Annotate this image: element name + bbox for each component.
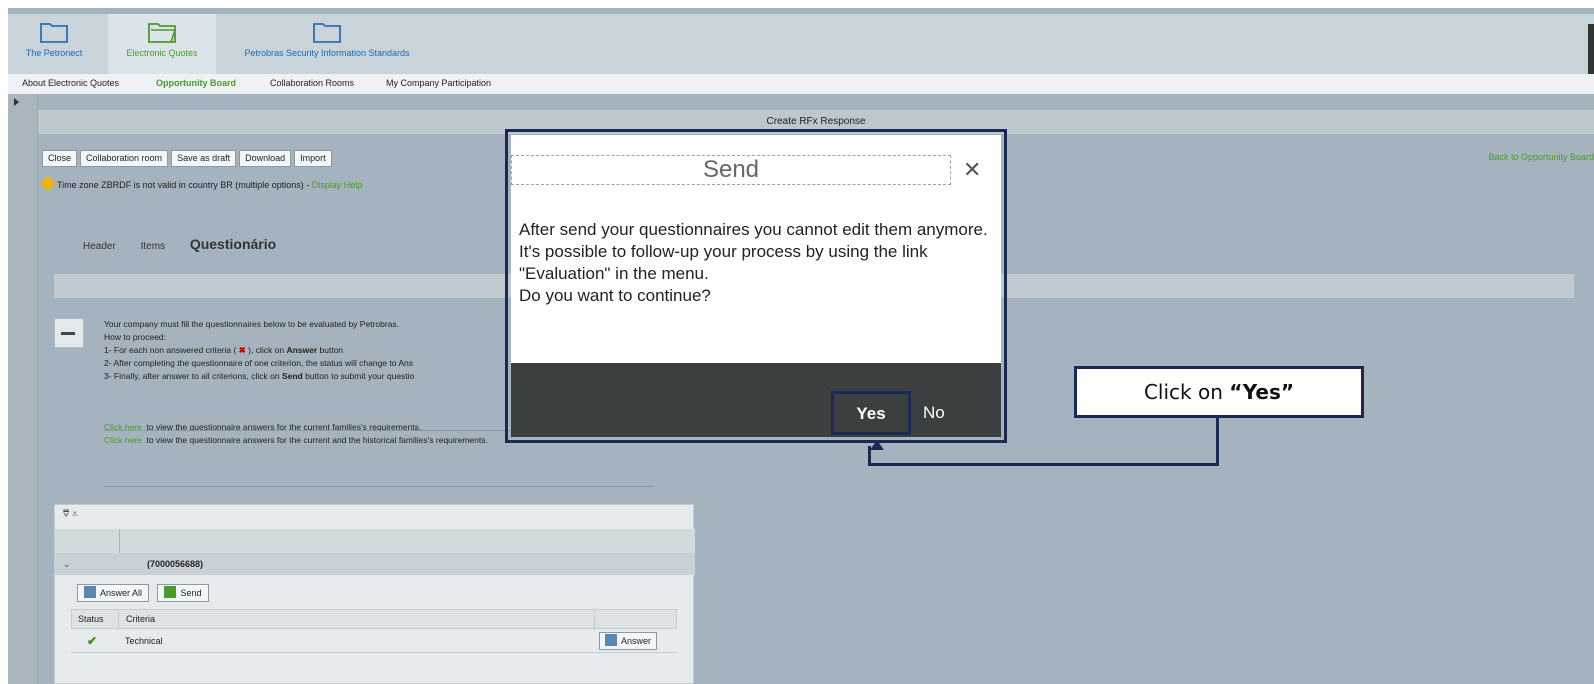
edit-icon — [605, 634, 617, 646]
dialog-text: After send your questionnaires you canno… — [519, 220, 988, 239]
subnav-collaboration-rooms[interactable]: Collaboration Rooms — [270, 78, 354, 88]
subnav-about-electronic-quotes[interactable]: About Electronic Quotes — [22, 78, 119, 88]
window-edge-control — [1588, 24, 1594, 74]
folder-icon — [39, 20, 69, 44]
send-icon — [164, 586, 177, 598]
tab-questionario[interactable]: Questionário — [190, 236, 276, 252]
close-button[interactable]: Close — [42, 150, 78, 167]
questionnaire-grid: ⩢ ⩡ ⌄ (7000056688) Answer All Send Statu… — [54, 504, 695, 684]
left-panel-toggle[interactable] — [8, 94, 38, 684]
instruction-text: button to submit your questio — [305, 371, 415, 381]
instruction-line: How to proceed: — [104, 332, 166, 342]
display-help-link[interactable]: Display Help — [312, 180, 363, 190]
open-folder-icon — [147, 20, 177, 44]
instruction-text: button — [319, 345, 344, 355]
subnav-opportunity-board[interactable]: Opportunity Board — [156, 78, 236, 88]
save-as-draft-button[interactable]: Save as draft — [171, 150, 237, 167]
edit-icon — [84, 586, 96, 598]
nav-tab-label: Electronic Quotes — [126, 48, 198, 58]
send-button[interactable]: Send — [157, 584, 209, 602]
click-here-link[interactable]: Click here — [104, 435, 142, 445]
dialog-message: After send your questionnaires you canno… — [519, 219, 995, 307]
expand-arrow-icon[interactable] — [14, 98, 19, 106]
instruction-text: ), click on — [248, 345, 285, 355]
nav-tab-electronic-quotes[interactable]: Electronic Quotes — [108, 14, 216, 74]
instruction-line: 3- Finally, after answer to all criterio… — [104, 370, 488, 383]
expand-all-icon[interactable]: ⩢ — [63, 509, 69, 520]
callout-connector — [868, 463, 1219, 466]
answer-all-button[interactable]: Answer All — [77, 584, 150, 602]
warning-text: Time zone ZBRDF is not valid in country … — [57, 180, 312, 190]
instructions-icon — [54, 318, 84, 348]
grid-tools: ⩢ ⩡ — [63, 509, 78, 520]
close-icon[interactable]: ✕ — [963, 157, 981, 183]
instruction-line: Your company must fill the questionnaire… — [104, 319, 399, 329]
table-header: Status Criteria — [71, 609, 677, 630]
divider — [104, 486, 654, 487]
chevron-down-icon[interactable]: ⌄ — [63, 559, 71, 570]
instruction-text: 3- Finally, after answer to all criterio… — [104, 371, 280, 381]
not-answered-icon: ✖ — [238, 345, 246, 355]
callout-text: Click on — [1143, 380, 1230, 404]
callout-connector — [1216, 418, 1219, 466]
column-header-status: Status — [78, 614, 104, 624]
answered-check-icon: ✔ — [87, 634, 98, 648]
grid-actions: Answer All Send — [77, 583, 213, 602]
nav-tab-label: Petrobras Security Information Standards — [244, 48, 410, 58]
instruction-line: 1- For each non answered criteria ( ✖ ),… — [104, 344, 488, 357]
download-button[interactable]: Download — [239, 150, 292, 167]
dialog-text: Do you want to continue? — [519, 286, 711, 305]
tab-header[interactable]: Header — [83, 241, 116, 252]
column-separator — [594, 610, 595, 630]
warning-icon — [39, 175, 56, 192]
instruction-line: Click here to view the questionnaire ans… — [104, 421, 488, 434]
collapse-all-icon[interactable]: ⩡ — [72, 509, 78, 520]
nav-tab-security-standards[interactable]: Petrobras Security Information Standards — [222, 14, 432, 74]
yes-button[interactable]: Yes — [831, 391, 911, 435]
sub-navigation: About Electronic Quotes Opportunity Boar… — [8, 74, 1594, 94]
instruction-text: Answer — [286, 345, 318, 355]
link-description: to view the questionnaire answers for th… — [146, 435, 488, 445]
grid-header-row — [55, 529, 695, 553]
no-button[interactable]: No — [923, 391, 945, 435]
instruction-line: 2- After completing the questionnaire of… — [104, 358, 414, 368]
send-confirmation-dialog: Send ✕ After send your questionnaires yo… — [511, 135, 1001, 437]
instruction-callout: Click on “Yes” — [1074, 366, 1364, 418]
dialog-title: Send — [511, 155, 951, 185]
instruction-text: Send — [281, 371, 303, 381]
group-row[interactable]: ⌄ (7000056688) — [55, 553, 695, 575]
nav-tab-label: The Petronect — [25, 48, 83, 58]
nav-tab-petronect[interactable]: The Petronect — [8, 14, 100, 74]
send-label: Send — [180, 588, 202, 598]
answer-all-label: Answer All — [100, 588, 143, 598]
callout-emphasis: “Yes” — [1229, 380, 1295, 404]
timezone-warning: Time zone ZBRDF is not valid in country … — [39, 175, 363, 192]
group-id: (7000056688) — [147, 559, 204, 569]
tab-items[interactable]: Items — [141, 241, 165, 252]
subnav-my-company-participation[interactable]: My Company Participation — [386, 78, 491, 88]
criteria-name: Technical — [125, 636, 163, 646]
content-tabs: Header Items Questionário — [83, 236, 298, 252]
top-navigation: The Petronect Electronic Quotes Petrobra… — [8, 14, 1594, 74]
dialog-text: It's possible to follow-up your process … — [519, 242, 928, 283]
instruction-line: Click here to view the questionnaire ans… — [104, 434, 488, 447]
answer-label: Answer — [621, 636, 652, 646]
import-button[interactable]: Import — [294, 150, 332, 167]
collaboration-room-button[interactable]: Collaboration room — [80, 150, 169, 167]
instructions-text: Your company must fill the questionnaire… — [104, 318, 488, 447]
answer-button[interactable]: Answer — [599, 632, 658, 650]
back-to-opportunity-board-link[interactable]: Back to Opportunity Board — [1488, 152, 1594, 162]
table-row: ✔ Technical Answer — [71, 631, 677, 653]
instruction-text: 1- For each non answered criteria ( — [104, 345, 237, 355]
column-separator — [118, 610, 119, 630]
toolbar: Close Collaboration room Save as draft Down… — [42, 148, 335, 167]
column-separator — [119, 529, 120, 553]
column-header-criteria: Criteria — [126, 614, 156, 624]
folder-icon — [312, 20, 342, 44]
